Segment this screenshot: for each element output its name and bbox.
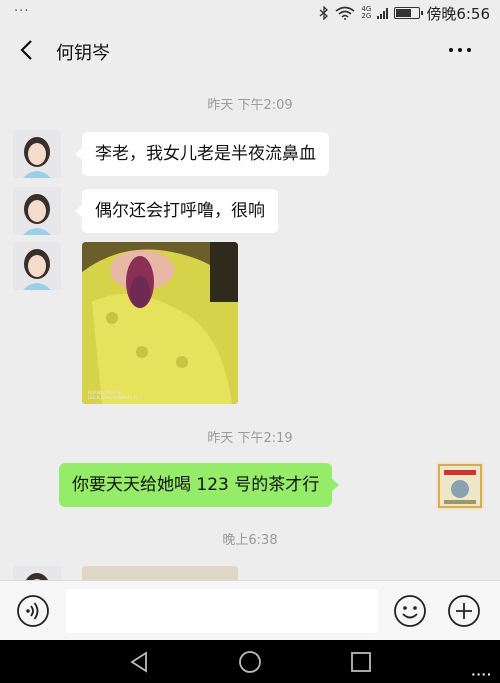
photo-child-tongue xyxy=(82,242,238,404)
plus-icon[interactable] xyxy=(447,594,481,628)
message-bubble-incoming[interactable]: 李老，我女儿老是半夜流鼻血 xyxy=(75,132,329,176)
avatar-image xyxy=(13,130,61,178)
avatar-image xyxy=(13,242,61,290)
bluetooth-icon xyxy=(319,6,329,20)
image-message[interactable] xyxy=(82,566,238,580)
home-circle-icon[interactable] xyxy=(238,650,262,674)
status-time: 傍晚6:56 xyxy=(426,4,490,23)
more-dots-icon[interactable] xyxy=(446,38,474,62)
wifi-icon xyxy=(335,6,355,20)
message-bubble-outgoing[interactable]: 你要天天给她喝 123 号的茶才行 xyxy=(59,463,340,507)
message-timestamp: 昨天 下午2:09 xyxy=(207,98,293,113)
photo-watermark: HUAWEI P10 Plus LEICA DUAL CAMERA | H xyxy=(88,390,137,400)
back-triangle-icon[interactable] xyxy=(127,650,151,674)
message-timestamp: 晚上6:38 xyxy=(222,533,278,548)
network-2g-label: 2G xyxy=(361,12,372,20)
input-bar xyxy=(0,580,500,640)
chat-title: 何钥岑 xyxy=(56,43,110,64)
status-dots: ··· xyxy=(14,4,30,19)
battery-icon xyxy=(394,7,424,19)
message-input[interactable] xyxy=(66,589,378,633)
chat-header: 何钥岑 xyxy=(0,28,500,74)
status-bar: ··· 4G 2G 傍晚6:56 xyxy=(0,0,500,28)
contact-avatar[interactable] xyxy=(13,566,61,580)
system-navigation-bar: ···· xyxy=(0,640,500,683)
network-type: 4G 2G xyxy=(361,6,371,20)
voice-icon[interactable] xyxy=(16,594,50,628)
signal-icon xyxy=(377,7,389,19)
my-avatar[interactable] xyxy=(436,462,484,510)
avatar-image xyxy=(13,187,61,235)
contact-avatar[interactable] xyxy=(13,187,61,235)
battery-fill xyxy=(396,9,411,17)
contact-avatar[interactable] xyxy=(13,130,61,178)
avatar-image xyxy=(13,566,61,580)
status-icons: 4G 2G 傍晚6:56 xyxy=(319,4,490,23)
recent-apps-icon[interactable] xyxy=(349,650,373,674)
message-bubble-incoming[interactable]: 偶尔还会打呼噜，很响 xyxy=(75,189,278,233)
contact-avatar[interactable] xyxy=(13,242,61,290)
chevron-left-icon[interactable] xyxy=(16,38,40,62)
photo-watermark-line2: LEICA DUAL CAMERA | H xyxy=(88,395,137,400)
system-dots: ···· xyxy=(471,668,492,681)
message-timestamp: 昨天 下午2:19 xyxy=(207,431,293,446)
avatar-image xyxy=(436,462,484,510)
emoji-icon[interactable] xyxy=(393,594,427,628)
image-message[interactable]: HUAWEI P10 Plus LEICA DUAL CAMERA | H xyxy=(82,242,238,404)
